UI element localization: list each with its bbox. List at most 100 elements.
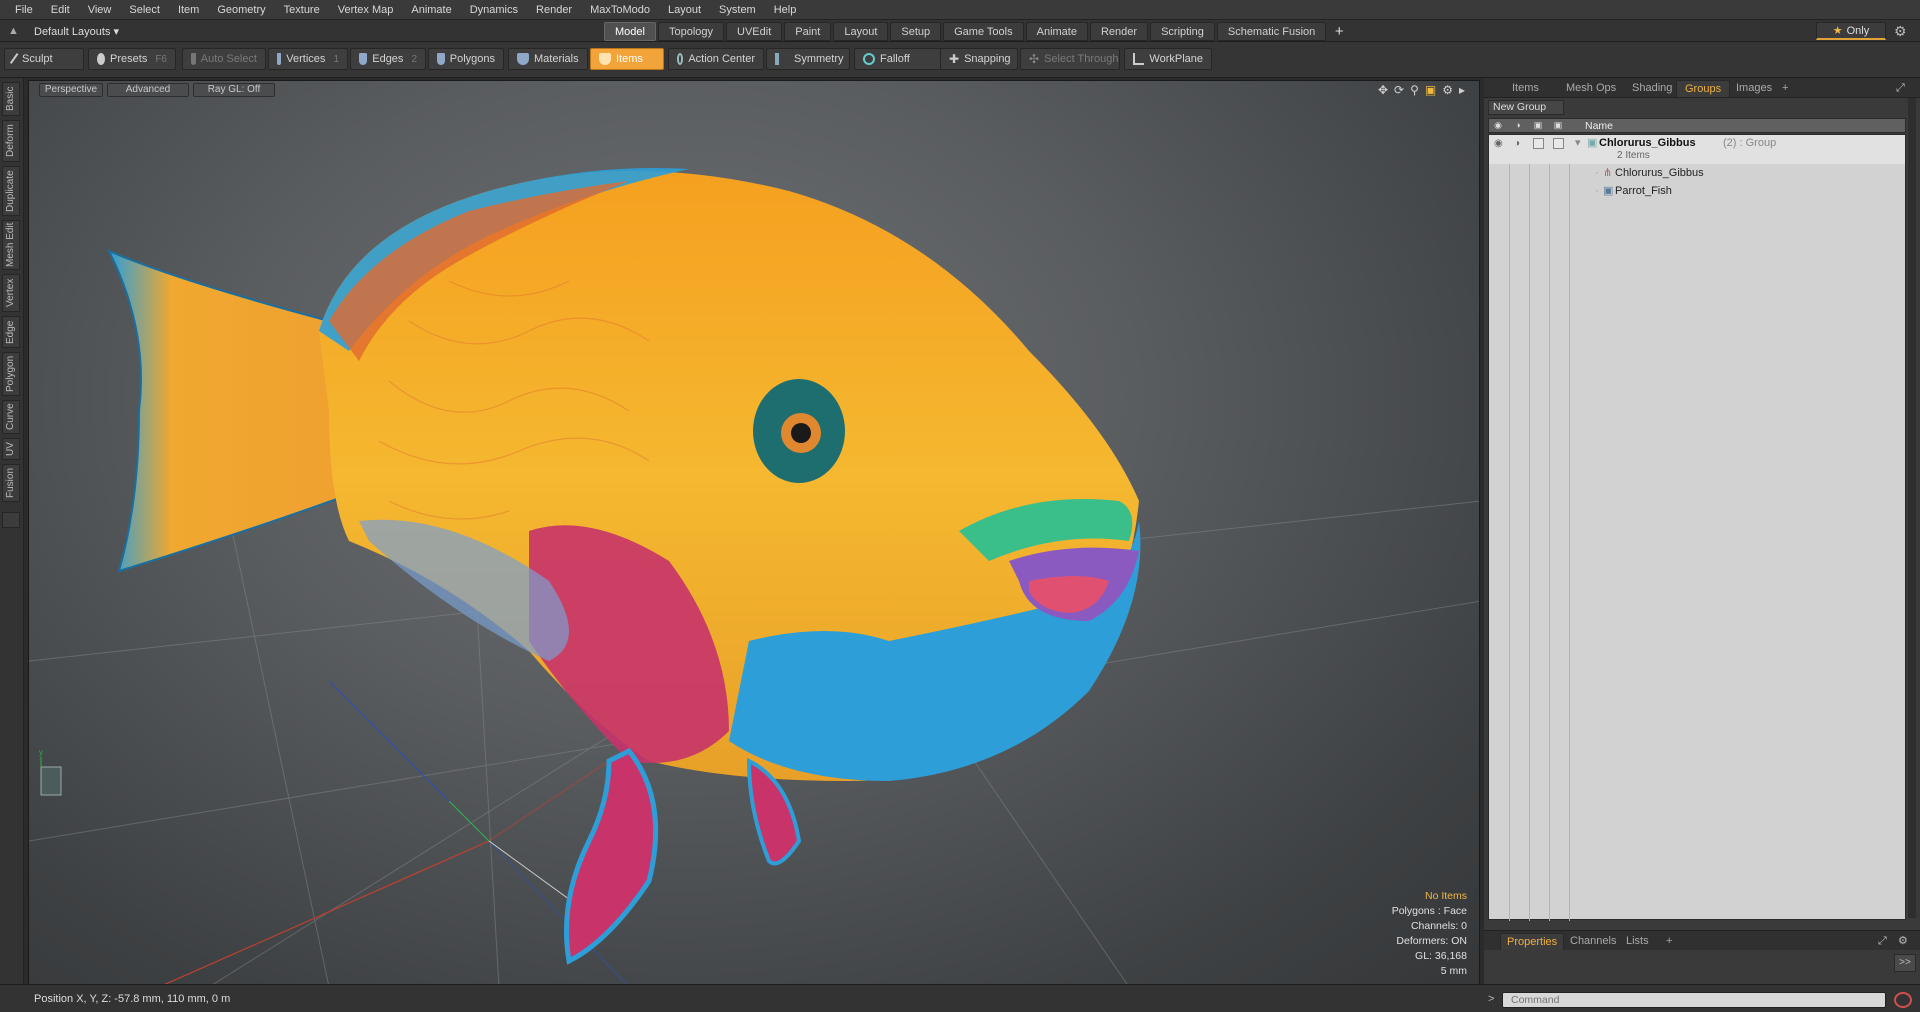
left-tab-vertex[interactable]: Vertex (2, 274, 20, 312)
left-tab-curve[interactable]: Curve (2, 400, 20, 434)
tab-shading[interactable]: Shading (1624, 80, 1680, 97)
left-tab-polygon[interactable]: Polygon (2, 352, 20, 396)
menu-vertex-map[interactable]: Vertex Map (329, 0, 403, 20)
lock-checkbox[interactable] (1533, 138, 1544, 149)
viewport-settings-icon[interactable]: ⚙ (1442, 83, 1453, 97)
tab-scripting[interactable]: Scripting (1150, 22, 1215, 41)
maximize-panel-icon[interactable]: ⤢ (1872, 933, 1893, 950)
collapse-up-icon[interactable]: ▲ (8, 25, 20, 37)
add-layout-tab-button[interactable]: + (1328, 22, 1350, 41)
materials-button[interactable]: Materials (508, 48, 588, 70)
menu-render[interactable]: Render (527, 0, 581, 20)
ray-gl-button[interactable]: Ray GL: Off (193, 83, 275, 97)
sculpt-button[interactable]: Sculpt (4, 48, 84, 70)
command-history-arrow[interactable]: > (1488, 993, 1494, 1005)
tab-properties[interactable]: Properties (1500, 933, 1565, 950)
tab-images[interactable]: Images (1728, 80, 1780, 97)
left-tab-deform[interactable]: Deform (2, 120, 20, 162)
tab-lists[interactable]: Lists (1620, 933, 1655, 950)
menu-geometry[interactable]: Geometry (208, 0, 274, 20)
auto-select-button[interactable]: Auto Select (182, 48, 266, 70)
menu-help[interactable]: Help (765, 0, 806, 20)
tab-mesh-ops[interactable]: Mesh Ops (1558, 80, 1624, 97)
command-record-icon[interactable] (1894, 992, 1912, 1008)
menu-maxtomodo[interactable]: MaxToModo (581, 0, 659, 20)
perspective-button[interactable]: Perspective (39, 83, 103, 97)
menu-dynamics[interactable]: Dynamics (461, 0, 527, 20)
layout-selector[interactable]: ▲ Default Layouts ▾ (8, 20, 119, 42)
maximize-panel-icon[interactable]: ⤢ (1888, 80, 1913, 97)
tab-paint[interactable]: Paint (784, 22, 832, 41)
advanced-button[interactable]: Advanced (107, 83, 189, 97)
viewport-more-icon[interactable]: ▸ (1459, 83, 1465, 97)
list-item[interactable]: · ▣ Parrot_Fish (1489, 183, 1905, 200)
new-group-button[interactable]: New Group (1488, 100, 1564, 115)
tab-layout[interactable]: Layout (833, 22, 889, 41)
add-tab-button[interactable]: + (1774, 80, 1796, 97)
tab-groups[interactable]: Groups (1676, 80, 1731, 97)
only-button[interactable]: ★ Only (1816, 22, 1886, 40)
menu-select[interactable]: Select (120, 0, 169, 20)
render-column-icon[interactable]: ◑ (1511, 120, 1525, 132)
snapping-button[interactable]: ✚ Snapping (940, 48, 1018, 70)
falloff-button[interactable]: Falloff (854, 48, 944, 70)
viewport-info-overlay: No Items Polygons : Face Channels: 0 Def… (1392, 889, 1467, 979)
select-through-button[interactable]: ✣ Select Through (1020, 48, 1120, 70)
menu-file[interactable]: File (6, 0, 42, 20)
menu-texture[interactable]: Texture (275, 0, 329, 20)
left-tab-edge[interactable]: Edge (2, 316, 20, 348)
tab-schematic-fusion[interactable]: Schematic Fusion (1216, 22, 1327, 41)
gear-icon[interactable]: ⚙ (1894, 23, 1907, 40)
move-view-icon[interactable]: ✥ (1378, 83, 1388, 97)
left-tab-extra-button[interactable] (2, 512, 20, 528)
select-column-icon[interactable]: ▣ (1551, 120, 1565, 132)
tab-uvedit[interactable]: UVEdit (726, 22, 783, 41)
fit-view-icon[interactable]: ▣ (1425, 83, 1436, 97)
command-input[interactable] (1502, 992, 1886, 1008)
list-scrollbar[interactable] (1908, 98, 1916, 918)
left-tab-duplicate[interactable]: Duplicate (2, 166, 20, 216)
info-no-items: No Items (1424, 890, 1467, 902)
info-scale: 5 mm (1440, 965, 1467, 977)
menu-system[interactable]: System (710, 0, 765, 20)
tab-topology[interactable]: Topology (657, 22, 725, 41)
right-panel: Items Mesh Ops Shading Groups Images + ⤢… (1484, 78, 1920, 984)
menu-item[interactable]: Item (169, 0, 208, 20)
left-tab-basic[interactable]: Basic (2, 82, 20, 116)
tab-setup[interactable]: Setup (890, 22, 942, 41)
menu-layout[interactable]: Layout (659, 0, 710, 20)
zoom-view-icon[interactable]: ⚲ (1410, 83, 1419, 97)
menu-animate[interactable]: Animate (402, 0, 460, 20)
column-divider (1569, 135, 1570, 921)
menu-edit[interactable]: Edit (42, 0, 79, 20)
tab-game-tools[interactable]: Game Tools (943, 22, 1024, 41)
list-item[interactable]: · ⋔ Chlorurus_Gibbus (1489, 165, 1905, 182)
select-checkbox[interactable] (1553, 138, 1564, 149)
add-tab-button[interactable]: + (1660, 933, 1678, 950)
items-label: Items (616, 53, 643, 65)
orientation-gizmo[interactable]: y (39, 748, 62, 796)
action-center-button[interactable]: Action Center (668, 48, 764, 70)
symmetry-button[interactable]: Symmetry (766, 48, 850, 70)
tab-render[interactable]: Render (1089, 22, 1149, 41)
presets-button[interactable]: Presets F6 (88, 48, 176, 70)
tab-channels[interactable]: Channels (1564, 933, 1622, 950)
left-tab-uv[interactable]: UV (2, 438, 20, 460)
lock-column-icon[interactable]: ▣ (1531, 120, 1545, 132)
expand-button[interactable]: >> (1894, 954, 1916, 972)
items-button[interactable]: Items (590, 48, 664, 70)
tab-model[interactable]: Model (604, 22, 656, 41)
polygons-button[interactable]: Polygons (428, 48, 504, 70)
vertices-button[interactable]: Vertices 1 (268, 48, 348, 70)
visibility-column-icon[interactable]: ◉ (1491, 120, 1505, 132)
workplane-button[interactable]: WorkPlane (1124, 48, 1212, 70)
menu-view[interactable]: View (79, 0, 121, 20)
tab-items[interactable]: Items (1504, 80, 1547, 97)
3d-viewport[interactable]: y Perspective Advanced Ray GL: Off ✥ ⟳ ⚲… (28, 80, 1480, 986)
left-tab-mesh-edit[interactable]: Mesh Edit (2, 220, 20, 270)
left-tab-fusion[interactable]: Fusion (2, 464, 20, 502)
edges-button[interactable]: Edges 2 (350, 48, 426, 70)
rotate-view-icon[interactable]: ⟳ (1394, 83, 1404, 97)
panel-settings-icon[interactable]: ⚙ (1892, 933, 1914, 950)
tab-animate[interactable]: Animate (1025, 22, 1088, 41)
